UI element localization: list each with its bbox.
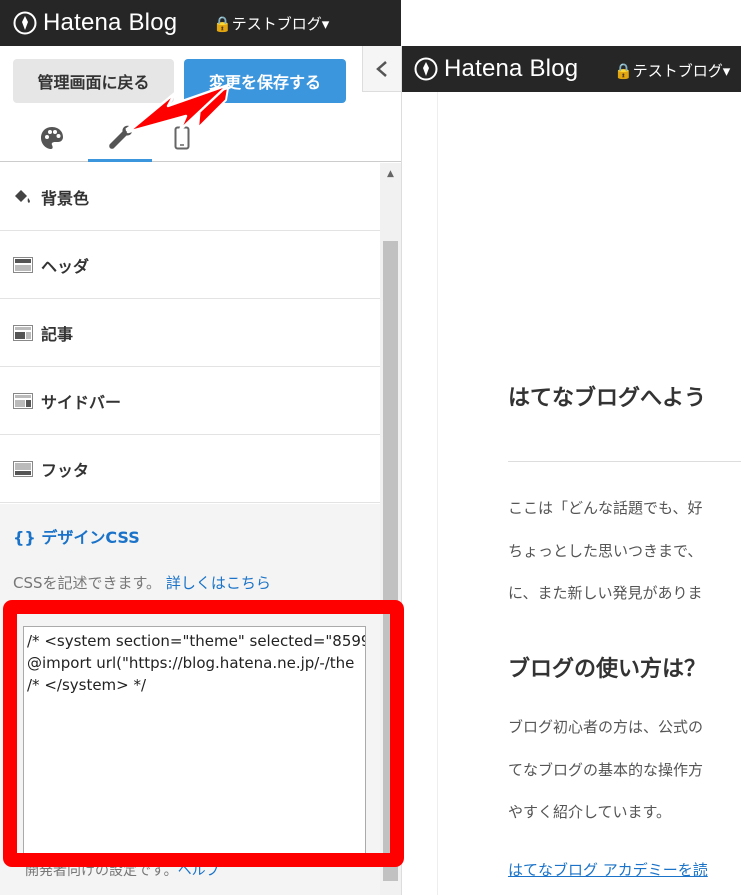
description-text: CSSを記述できます。 bbox=[13, 574, 162, 592]
sidebar-item-label: サイドバー bbox=[41, 392, 122, 412]
preview-blog-selector-label: テストブログ▾ bbox=[632, 62, 731, 80]
sidebar-item-label: 背景色 bbox=[41, 188, 90, 208]
smartphone-icon bbox=[174, 126, 190, 150]
dev-help-link[interactable]: ヘルプ bbox=[178, 863, 220, 879]
blog-selector-label: テストブログ▾ bbox=[231, 15, 330, 33]
panel-scrollbar[interactable]: ▲ bbox=[380, 163, 401, 895]
lock-icon: 🔒 bbox=[213, 15, 232, 33]
dev-note-text: 開発者向けの設定です。 bbox=[25, 863, 178, 879]
blog-selector[interactable]: 🔒テストブログ▾ bbox=[213, 13, 329, 34]
sidebar-item-label: ヘッダ bbox=[41, 256, 90, 276]
brand-title[interactable]: Hatena Blog bbox=[43, 9, 177, 37]
design-css-description: CSSを記述できます。 詳しくはこちら bbox=[13, 572, 271, 593]
paint-bucket-icon bbox=[15, 189, 30, 203]
hatena-logo-icon bbox=[13, 11, 37, 35]
sidebar-layout-icon bbox=[13, 392, 33, 409]
settings-list: 背景色 ヘッダ 記事 サイドバー フッタ {} デザインCSS CSSを記述でき… bbox=[0, 163, 380, 895]
preview-paragraph-line: やすく紹介しています。 bbox=[508, 803, 672, 821]
article-layout-icon bbox=[13, 324, 33, 341]
sidebar-item-label: 記事 bbox=[41, 324, 74, 344]
design-css-section: {} デザインCSS CSSを記述できます。 詳しくはこちら /* <syste… bbox=[0, 504, 380, 895]
preview-paragraph-line: ここは「どんな話題でも、好 bbox=[508, 499, 703, 517]
tab-design[interactable] bbox=[22, 114, 82, 162]
preview-paragraph-line: ちょっとした思いつきまで、 bbox=[508, 542, 703, 560]
palette-icon bbox=[41, 127, 63, 149]
sidebar-item-background-color[interactable]: 背景色 bbox=[0, 163, 380, 231]
design-css-title: {} デザインCSS bbox=[13, 528, 140, 547]
header-layout-icon bbox=[13, 256, 33, 273]
preview-paragraph-line: てなブログの基本的な操作方 bbox=[508, 761, 704, 779]
preview-paragraph-line: ブログ初心者の方は、公式の bbox=[508, 718, 704, 736]
sidebar-item-footer[interactable]: フッタ bbox=[0, 435, 380, 503]
chevron-left-icon bbox=[376, 60, 387, 77]
preview-brand-title[interactable]: Hatena Blog bbox=[444, 55, 578, 83]
preview-academy-link[interactable]: はてなブログ アカデミーを読 bbox=[508, 859, 708, 880]
tab-smartphone[interactable] bbox=[152, 114, 212, 162]
preview-divider bbox=[508, 461, 741, 462]
scroll-thumb[interactable] bbox=[383, 241, 398, 881]
back-to-admin-button[interactable]: 管理画面に戻る bbox=[13, 59, 174, 103]
help-link[interactable]: 詳しくはこちら bbox=[166, 574, 271, 592]
preview-heading-howto: ブログの使い方は？ bbox=[508, 657, 707, 682]
hatena-logo-icon bbox=[414, 57, 438, 81]
sidebar-item-label: フッタ bbox=[41, 460, 90, 480]
developer-note: 開発者向けの設定です。ヘルプ bbox=[25, 860, 220, 880]
collapse-panel-button[interactable] bbox=[362, 46, 401, 92]
design-css-editor[interactable]: /* <system section="theme" selected="859… bbox=[23, 626, 366, 858]
preview-heading-welcome: はてなブログへよう bbox=[508, 386, 707, 411]
sidebar-item-article[interactable]: 記事 bbox=[0, 299, 380, 367]
preview-blog-selector[interactable]: 🔒テストブログ▾ bbox=[614, 60, 730, 81]
panel-tabs bbox=[0, 114, 401, 162]
footer-layout-icon bbox=[13, 460, 33, 477]
sidebar-item-sidebar[interactable]: サイドバー bbox=[0, 367, 380, 435]
tab-customize[interactable] bbox=[88, 114, 152, 162]
wrench-icon bbox=[109, 125, 133, 149]
save-changes-button[interactable]: 変更を保存する bbox=[184, 59, 346, 103]
sidebar-item-header[interactable]: ヘッダ bbox=[0, 231, 380, 299]
customize-panel: 管理画面に戻る 変更を保存する 背景色 ヘッダ 記事 サイドバー フッタ {} … bbox=[0, 46, 401, 895]
preview-content-border bbox=[437, 92, 438, 895]
top-navigation-bar: Hatena Blog 🔒テストブログ▾ bbox=[0, 0, 401, 46]
preview-paragraph-line: に、また新しい発見がありま bbox=[508, 584, 703, 602]
scroll-up-icon[interactable]: ▲ bbox=[380, 166, 401, 182]
preview-navigation-bar: Hatena Blog 🔒テストブログ▾ bbox=[402, 46, 741, 92]
lock-icon: 🔒 bbox=[614, 62, 633, 80]
